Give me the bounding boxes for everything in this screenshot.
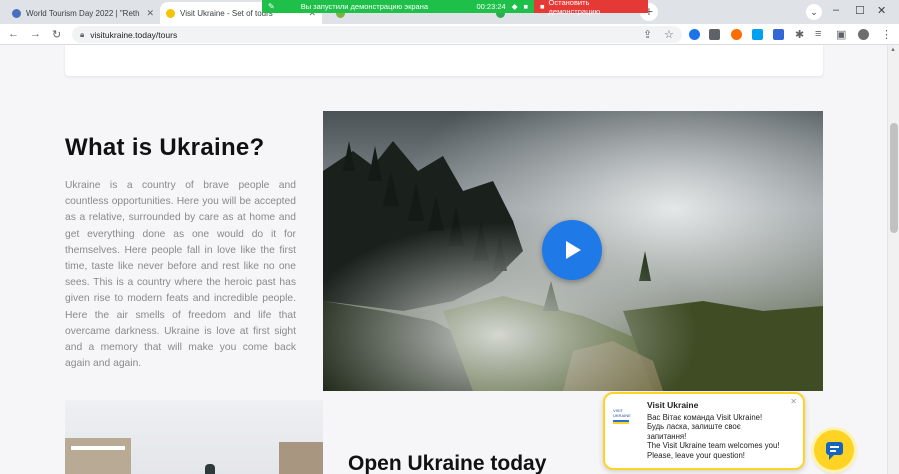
- tab-favicon: [12, 8, 21, 18]
- browser-toolbar: ← → ↻ 🔒︎ visitukraine.today/tours ⇪ ☆ ✱ …: [0, 24, 899, 45]
- chat-line: Вас Вітає команда Visit Ukraine!: [647, 413, 763, 422]
- tab-title: World Tourism Day 2022 | "Reth: [26, 8, 140, 18]
- pen-icon[interactable]: ✎: [268, 2, 275, 11]
- stop-icon: ■: [540, 2, 545, 11]
- scroll-up-arrow-icon[interactable]: ▲: [890, 47, 896, 53]
- extension-icon[interactable]: [709, 29, 720, 40]
- tab-search-icon[interactable]: ⌄: [806, 4, 822, 20]
- screen-share-bar: ✎ Вы запустили демонстрацию экрана 00:23…: [262, 0, 648, 16]
- bookmark-star-icon[interactable]: ☆: [664, 28, 674, 41]
- address-bar-url: visitukraine.today/tours: [90, 29, 178, 40]
- address-bar[interactable]: 🔒︎ visitukraine.today/tours: [72, 26, 682, 43]
- stop-share-button[interactable]: ■ Остановить демонстрацию: [534, 0, 648, 16]
- screen-share-status: ✎ Вы запустили демонстрацию экрана 00:23…: [262, 0, 534, 13]
- tab-favicon: [166, 8, 175, 18]
- next-section-title: Open Ukraine today: [348, 452, 547, 474]
- profile-avatar[interactable]: [858, 29, 869, 40]
- maximize-icon[interactable]: ☐: [855, 4, 865, 17]
- extension-icon[interactable]: [731, 29, 742, 40]
- visit-ukraine-logo: VISIT UKRAINE: [613, 408, 637, 424]
- extension-icon[interactable]: [689, 29, 700, 40]
- chat-message: Вас Вітає команда Visit Ukraine! Будь ла…: [647, 413, 803, 460]
- extension-icon[interactable]: [752, 29, 763, 40]
- tab-title: Visit Ukraine - Set of tours: [180, 8, 273, 18]
- back-arrow-icon[interactable]: ←: [8, 28, 19, 40]
- section-title: What is Ukraine?: [65, 134, 265, 161]
- building-shape: [65, 438, 131, 474]
- extension-icon[interactable]: [773, 29, 784, 40]
- city-photo: [65, 400, 323, 474]
- chat-line: Будь ласка, залиште своє: [647, 422, 741, 432]
- chat-button[interactable]: [814, 430, 854, 470]
- side-panel-icon[interactable]: ▣: [836, 28, 846, 41]
- share-icon[interactable]: ⇪: [643, 28, 652, 41]
- minimize-icon[interactable]: –: [833, 4, 839, 16]
- chat-bubble-icon: [826, 442, 843, 460]
- chat-line: Please, leave your question!: [647, 450, 745, 460]
- building-shape: [279, 442, 323, 474]
- browser-tab-world-tourism-day[interactable]: World Tourism Day 2022 | "Reth ✕: [6, 2, 160, 24]
- reading-list-icon[interactable]: ≡: [815, 28, 821, 40]
- forward-arrow-icon[interactable]: →: [30, 28, 41, 40]
- statue-shape: [205, 464, 215, 474]
- menu-kebab-icon[interactable]: ⋮: [881, 28, 892, 41]
- play-icon[interactable]: [542, 220, 602, 280]
- top-card: [65, 45, 823, 76]
- chat-greeting-popup[interactable]: VISIT UKRAINE Visit Ukraine Вас Вітає ком…: [603, 392, 805, 470]
- screen-share-timer: 00:23:24: [476, 2, 506, 11]
- reload-icon[interactable]: ↻: [52, 28, 61, 41]
- chat-line: The Visit Ukraine team welcomes you!: [647, 441, 780, 451]
- close-tab-icon[interactable]: ✕: [146, 8, 154, 19]
- scrollbar-thumb[interactable]: [890, 123, 898, 233]
- chat-title: Visit Ukraine: [647, 400, 699, 410]
- video-player[interactable]: [323, 111, 823, 391]
- lock-icon[interactable]: 🔒︎: [80, 30, 84, 40]
- screen-share-message: Вы запустили демонстрацию экрана: [300, 2, 429, 11]
- stop-share-label: Остановить демонстрацию: [548, 0, 601, 16]
- chat-line: запитання!: [647, 431, 687, 441]
- camera-icon[interactable]: ■: [523, 2, 528, 11]
- extensions-puzzle-icon[interactable]: ✱: [795, 28, 804, 41]
- close-icon[interactable]: ✕: [790, 397, 797, 406]
- section-text: Ukraine is a country of brave people and…: [65, 180, 296, 370]
- page-scrollbar[interactable]: ▲: [887, 45, 899, 474]
- microphone-icon[interactable]: ◆: [512, 2, 518, 11]
- close-window-icon[interactable]: ✕: [877, 4, 886, 17]
